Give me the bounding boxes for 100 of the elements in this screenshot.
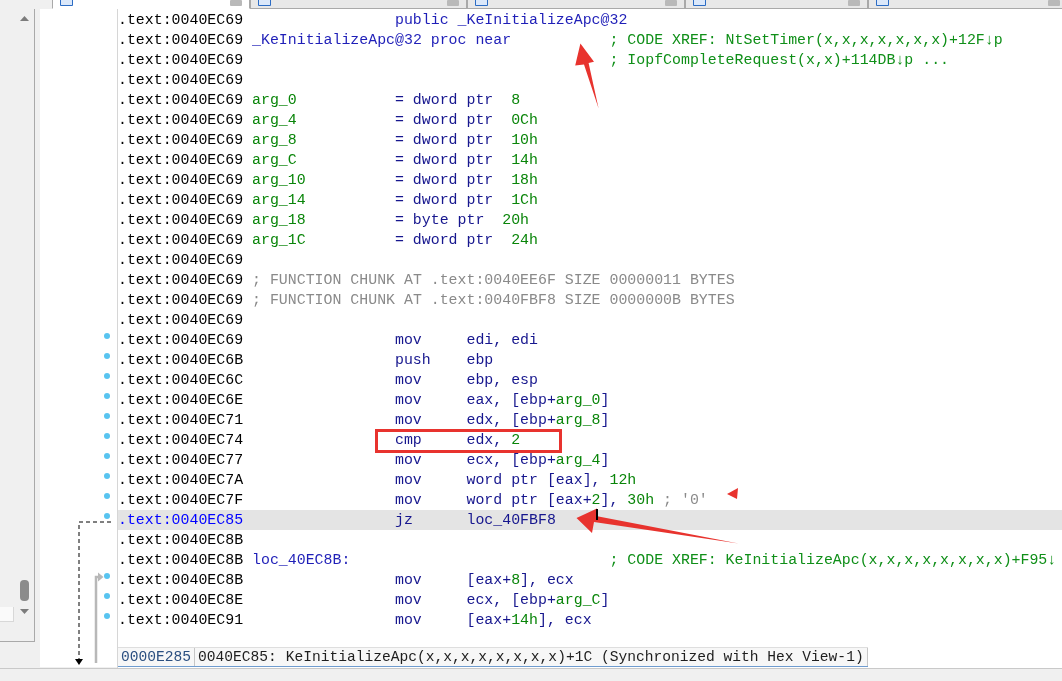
view-tab[interactable] xyxy=(52,0,250,9)
argument-name: arg_C xyxy=(252,152,297,168)
address-text: .text:0040EC69 xyxy=(118,271,244,290)
comment-text: ; FUNCTION CHUNK AT .text:0040FBF8 SIZE 0000000B BYTES xyxy=(252,291,735,310)
scroll-down-icon[interactable] xyxy=(19,609,29,614)
mnemonic-text: mov xyxy=(395,492,422,508)
mnemonic-text: mov xyxy=(395,332,422,348)
comment-text: ; CODE XREF: KeInitializeApc(x,x,x,x,x,x,x,x)+F95↓ xyxy=(609,551,1057,570)
symbol-name: _KeInitializeApc@32 proc near xyxy=(252,32,512,48)
address-text: .text:0040EC69 xyxy=(118,231,244,250)
directive-text: public _KeInitializeApc@32 xyxy=(395,11,628,30)
mnemonic-text: push xyxy=(395,352,431,368)
argument-name: arg_0 xyxy=(252,92,297,108)
view-tab[interactable] xyxy=(250,0,467,9)
tab-window-icon xyxy=(258,0,271,6)
mnemonic-text: jz xyxy=(395,512,413,528)
mnemonic-text: cmp xyxy=(395,432,422,448)
address-text: .text:0040EC6C xyxy=(118,371,244,390)
address-text: .text:0040EC69 xyxy=(118,171,244,190)
mnemonic-text: mov xyxy=(395,612,422,628)
directive-text: = byte ptr 20h xyxy=(395,211,530,230)
address-text: .text:0040EC8B xyxy=(118,531,244,550)
address-text: .text:0040EC69 xyxy=(118,251,244,270)
mnemonic-text: mov xyxy=(395,572,422,588)
address-text: .text:0040EC77 xyxy=(118,451,244,470)
address-text: .text:0040EC6E xyxy=(118,391,244,410)
address-text: .text:0040EC6B xyxy=(118,351,244,370)
mnemonic-text: mov xyxy=(395,592,422,608)
comment-text: ; CODE XREF: NtSetTimer(x,x,x,x,x,x,x)+12F↓p xyxy=(609,31,1003,50)
mnemonic-text: mov xyxy=(395,472,422,488)
address-text: .text:0040EC69 xyxy=(118,11,244,30)
operand-text: edi, edi xyxy=(466,331,538,350)
directive-text: = dword ptr 10h xyxy=(395,131,538,150)
location-text: 0040EC85: KeInitializeApc(x,x,x,x,x,x,x,x)+1C (Synchronized with Hex View-1) xyxy=(195,648,868,666)
tab-window-icon xyxy=(475,0,488,6)
address-text: .text:0040EC69 xyxy=(118,151,244,170)
operand-text: eax, [ebp+arg_0] xyxy=(466,391,610,410)
tab-close-icon[interactable] xyxy=(230,0,242,6)
directive-text: = dword ptr 0Ch xyxy=(395,111,538,130)
operand-text: word ptr [eax+2], 30h ; '0' xyxy=(466,491,708,510)
tab-window-icon xyxy=(60,0,73,6)
tab-close-icon[interactable] xyxy=(848,0,860,6)
address-text: .text:0040EC69 xyxy=(118,31,244,50)
address-text: .text:0040EC8B xyxy=(118,551,244,570)
operand-text: edx, [ebp+arg_8] xyxy=(466,411,610,430)
operand-text: [eax+8], ecx xyxy=(466,571,574,590)
tab-window-icon xyxy=(693,0,706,6)
view-tab[interactable] xyxy=(868,0,1062,9)
directive-text: = dword ptr 14h xyxy=(395,151,538,170)
tab-close-icon[interactable] xyxy=(1048,0,1060,6)
address-text: .text:0040EC69 xyxy=(118,191,244,210)
directive-text: = dword ptr 24h xyxy=(395,231,538,250)
address-text: .text:0040EC71 xyxy=(118,411,244,430)
mnemonic-text: mov xyxy=(395,412,422,428)
tab-close-icon[interactable] xyxy=(447,0,459,6)
address-text: .text:0040EC91 xyxy=(118,611,244,630)
operand-text: ebp, esp xyxy=(466,371,538,390)
symbol-name: loc_40EC8B: xyxy=(252,552,351,568)
tab-close-icon[interactable] xyxy=(665,0,677,6)
argument-name: arg_10 xyxy=(252,172,306,188)
operand-text: ebp xyxy=(466,351,494,370)
view-tab[interactable] xyxy=(685,0,868,9)
directive-text: = dword ptr 8 xyxy=(395,91,521,110)
mnemonic-text: mov xyxy=(395,452,422,468)
address-text: .text:0040EC74 xyxy=(118,431,244,450)
address-text: .text:0040EC69 xyxy=(118,211,244,230)
address-text: .text:0040EC85 xyxy=(118,511,244,530)
operand-text: loc_40FBF8 xyxy=(466,511,556,530)
operand-text: ecx, [ebp+arg_4] xyxy=(466,451,610,470)
operand-text: [eax+14h], ecx xyxy=(466,611,592,630)
scrollbar-thumb[interactable] xyxy=(19,580,29,601)
directive-text: = dword ptr 1Ch xyxy=(395,191,538,210)
address-text: .text:0040EC69 xyxy=(118,51,244,70)
address-text: .text:0040EC69 xyxy=(118,311,244,330)
directive-text: = dword ptr 18h xyxy=(395,171,538,190)
address-text: .text:0040EC69 xyxy=(118,291,244,310)
address-text: .text:0040EC69 xyxy=(118,131,244,150)
argument-name: arg_1C xyxy=(252,232,306,248)
address-text: .text:0040EC7F xyxy=(118,491,244,510)
tab-window-icon xyxy=(876,0,889,6)
mnemonic-text: mov xyxy=(395,372,422,388)
argument-name: arg_4 xyxy=(252,112,297,128)
comment-text: ; IopfCompleteRequest(x,x)+114DB↓p ... xyxy=(609,51,949,70)
scroll-up-icon[interactable] xyxy=(19,16,29,21)
address-text: .text:0040EC8B xyxy=(118,571,244,590)
address-text: .text:0040EC69 xyxy=(118,331,244,350)
operand-text: ecx, [ebp+arg_C] xyxy=(466,591,610,610)
address-text: .text:0040EC69 xyxy=(118,111,244,130)
address-text: .text:0040EC69 xyxy=(118,91,244,110)
argument-name: arg_8 xyxy=(252,132,297,148)
mnemonic-text: mov xyxy=(395,392,422,408)
argument-name: arg_14 xyxy=(252,192,306,208)
address-text: .text:0040EC7A xyxy=(118,471,244,490)
address-text: .text:0040EC8E xyxy=(118,591,244,610)
view-tab[interactable] xyxy=(467,0,685,9)
address-text: .text:0040EC69 xyxy=(118,71,244,90)
comment-text: ; FUNCTION CHUNK AT .text:0040EE6F SIZE 00000011 BYTES xyxy=(252,271,735,290)
operand-text: edx, 2 xyxy=(466,431,521,450)
file-offset-text: 0000E285 xyxy=(118,648,196,666)
operand-text: word ptr [eax], 12h xyxy=(466,471,637,490)
